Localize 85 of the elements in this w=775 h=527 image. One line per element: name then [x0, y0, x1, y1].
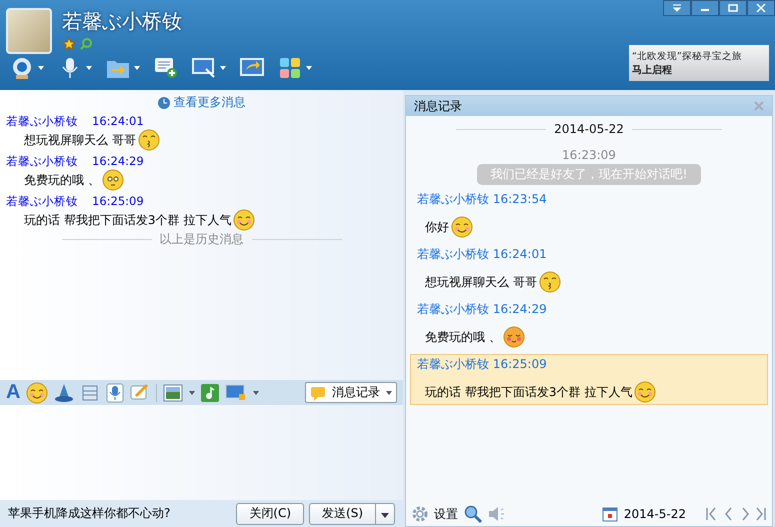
message-input-field[interactable]: [0, 405, 403, 500]
ad-title: “北欧发现”探秘寻宝之旅: [632, 50, 743, 62]
smile-emoticon-icon: [26, 382, 48, 404]
message-time: 16:24:01: [92, 114, 144, 129]
history-message[interactable]: 若馨ぶ小桥钕 16:23:54 你好: [410, 189, 768, 240]
dropdown-caret-icon: [381, 512, 389, 518]
sender-name: 若馨ぶ小桥钕: [417, 247, 489, 261]
voice-message-icon[interactable]: [106, 382, 124, 402]
music-icon[interactable]: [201, 384, 220, 402]
message-text: 免费玩的哦 、: [425, 328, 501, 346]
ad-banner[interactable]: “北欧发现”探秘寻宝之旅 马上启程: [629, 45, 769, 81]
dropdown-caret-icon: [386, 390, 392, 394]
close-chat-button[interactable]: 关闭(C): [236, 502, 304, 524]
message-text: 免费玩的哦 、: [24, 172, 100, 188]
dropdown-caret-icon[interactable]: [253, 390, 260, 394]
smile-emoticon-icon: [451, 216, 473, 238]
panel-title: 消息记录: [414, 98, 462, 114]
message-time: 16:25:09: [92, 194, 144, 209]
message-text: 想玩视屏聊天么 哥哥: [24, 132, 136, 148]
page-navigation-icon[interactable]: [706, 507, 766, 521]
image-icon[interactable]: [163, 384, 184, 402]
close-button[interactable]: [747, 0, 775, 16]
settings-icon[interactable]: [412, 506, 428, 522]
contact-name: 若馨ぶ小桥钕: [62, 8, 182, 35]
kiss-emoticon-icon: [538, 271, 561, 293]
magic-hat-icon[interactable]: [54, 382, 74, 402]
star-icon[interactable]: [62, 37, 76, 51]
date-divider: 2014-05-22: [554, 122, 624, 136]
smile-emoticon-icon: [233, 209, 256, 231]
settings-label[interactable]: 设置: [434, 506, 458, 522]
menu-caret-icon: [672, 4, 682, 12]
apps-grid-icon[interactable]: [278, 57, 302, 79]
search-icon[interactable]: [464, 505, 482, 523]
send-options-button[interactable]: [376, 502, 395, 524]
ad-link[interactable]: 苹果手机降成这样你都不心动?: [8, 505, 170, 522]
screen-share-icon[interactable]: [240, 57, 264, 79]
sender-name: 若馨ぶ小桥钕: [417, 357, 489, 371]
sender-name: 若馨ぶ小桥钕: [6, 114, 78, 129]
message-text: 玩的话 帮我把下面话发3个群 拉下人气: [425, 384, 632, 400]
footer-date: 2014-5-22: [624, 507, 686, 521]
message-text: 想玩视屏聊天么 哥哥: [425, 274, 537, 290]
font-button[interactable]: A: [6, 381, 20, 404]
sender-name: 若馨ぶ小桥钕: [6, 154, 78, 169]
shy-emoticon-icon: [502, 326, 525, 348]
message-text: 玩的话 帮我把下面话发3个群 拉下人气: [24, 212, 232, 228]
dropdown-caret-icon[interactable]: [134, 66, 140, 70]
kiss-emoticon-icon: [138, 129, 160, 151]
chat-bubble-icon: [310, 384, 326, 400]
history-divider-label: 以上是历史消息: [160, 231, 244, 248]
note-pencil-icon[interactable]: [130, 382, 150, 402]
history-message[interactable]: 若馨ぶ小桥钕 16:24:29 免费玩的哦 、: [410, 299, 768, 350]
message-time: 16:24:29: [92, 154, 144, 169]
dropdown-caret-icon[interactable]: [86, 66, 92, 70]
message-time: 16:24:29: [492, 302, 547, 316]
maximize-icon: [728, 4, 738, 12]
view-more-messages-link[interactable]: 查看更多消息: [174, 94, 246, 111]
ad-subtitle: 马上启程: [632, 63, 673, 76]
smile-emoticon-icon: [634, 381, 656, 403]
message-time: 16:25:09: [492, 357, 547, 371]
minimize-button[interactable]: [691, 0, 719, 16]
dazed-emoticon-icon: [102, 169, 124, 191]
dropdown-caret-icon[interactable]: [38, 66, 44, 70]
send-button[interactable]: 发送(S): [309, 502, 376, 524]
chat-add-icon[interactable]: [154, 57, 178, 79]
history-message[interactable]: 若馨ぶ小桥钕 16:24:01 想玩视屏聊天么 哥哥: [410, 244, 768, 295]
webcam-icon[interactable]: [10, 57, 34, 79]
dropdown-caret-icon[interactable]: [220, 66, 226, 70]
sender-name: 若馨ぶ小桥钕: [417, 302, 489, 316]
clock-icon: [158, 96, 170, 108]
system-time: 16:23:09: [561, 148, 617, 162]
maximize-button[interactable]: [719, 0, 747, 16]
message-time: 16:24:01: [492, 247, 547, 261]
message-history-button[interactable]: 消息记录: [305, 382, 397, 403]
screen-icon[interactable]: [192, 57, 216, 79]
calendar-icon[interactable]: [602, 506, 618, 522]
dropdown-caret-icon[interactable]: [189, 390, 196, 394]
history-message[interactable]: 若馨ぶ小桥钕 16:25:09 玩的话 帮我把下面话发3个群 拉下人气: [410, 354, 768, 405]
message-text: 你好: [425, 218, 449, 236]
dropdown-caret-icon[interactable]: [306, 66, 312, 70]
close-icon: [756, 4, 766, 12]
message-time: 16:23:54: [492, 192, 547, 206]
menu-button[interactable]: [663, 0, 691, 16]
sender-name: 若馨ぶ小桥钕: [6, 194, 78, 209]
sender-name: 若馨ぶ小桥钕: [417, 192, 489, 206]
screen-capture-icon[interactable]: [225, 384, 248, 402]
